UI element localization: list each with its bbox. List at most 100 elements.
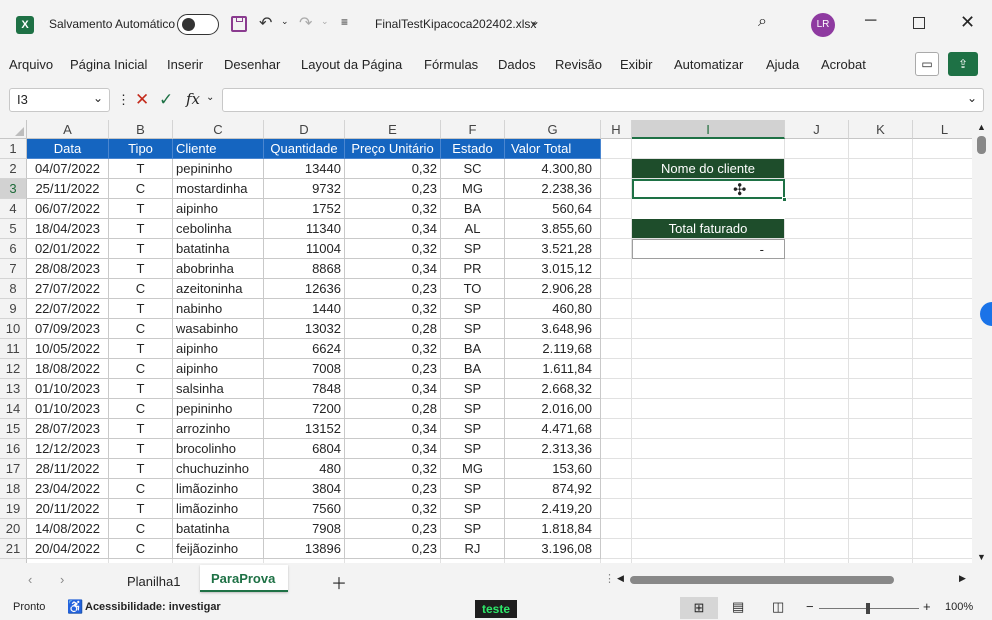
table-cell[interactable]: 0,23	[345, 359, 441, 379]
sheet-tab-paraprova[interactable]: ParaProva	[200, 565, 288, 592]
menu-dados[interactable]: Dados	[498, 57, 536, 72]
empty-cell[interactable]	[632, 259, 785, 279]
table-cell[interactable]: T	[109, 219, 173, 239]
zoom-out-icon[interactable]: −	[806, 599, 814, 614]
table-cell[interactable]: T	[109, 239, 173, 259]
table-cell[interactable]: PR	[441, 259, 505, 279]
close-icon[interactable]: ✕	[960, 12, 975, 33]
table-cell[interactable]: 0,28	[345, 319, 441, 339]
empty-cell[interactable]	[601, 459, 632, 479]
table-cell[interactable]: T	[109, 159, 173, 179]
table-cell[interactable]: 20/04/2022	[27, 539, 109, 559]
table-cell[interactable]: 2.668,32	[505, 379, 601, 399]
table-cell[interactable]: C	[109, 179, 173, 199]
table-cell[interactable]: 0,23	[345, 539, 441, 559]
table-cell[interactable]: 18/08/2022	[27, 359, 109, 379]
zoom-in-icon[interactable]: +	[923, 599, 931, 614]
table-cell[interactable]: 06/07/2022	[27, 199, 109, 219]
empty-cell[interactable]	[913, 399, 972, 419]
table-cell[interactable]: mostardinha	[173, 179, 264, 199]
column-header-c[interactable]: C	[173, 120, 264, 139]
row-header[interactable]: 21	[0, 539, 27, 559]
horizontal-scroll-thumb[interactable]	[630, 576, 894, 584]
menu-desenhar[interactable]: Desenhar	[224, 57, 280, 72]
empty-cell[interactable]	[785, 319, 849, 339]
table-cell[interactable]: T	[109, 499, 173, 519]
empty-cell[interactable]	[913, 539, 972, 559]
empty-cell[interactable]	[785, 179, 849, 199]
empty-cell[interactable]	[785, 339, 849, 359]
empty-cell[interactable]	[601, 239, 632, 259]
enter-icon[interactable]: ✓	[159, 90, 173, 110]
table-cell[interactable]: nabinho	[173, 299, 264, 319]
table-cell[interactable]: 153,60	[505, 459, 601, 479]
table-cell[interactable]: MG	[441, 179, 505, 199]
table-cell[interactable]: 7200	[264, 399, 345, 419]
empty-cell[interactable]	[785, 359, 849, 379]
empty-cell[interactable]	[785, 539, 849, 559]
menu-ajuda[interactable]: Ajuda	[766, 57, 799, 72]
empty-cell[interactable]	[913, 139, 972, 159]
table-cell[interactable]: 27/07/2022	[27, 279, 109, 299]
empty-cell[interactable]	[849, 279, 913, 299]
empty-cell[interactable]	[849, 419, 913, 439]
empty-cell[interactable]	[849, 439, 913, 459]
empty-cell[interactable]	[601, 259, 632, 279]
accessibility-status[interactable]: Acessibilidade: investigar	[85, 601, 221, 613]
table-cell[interactable]: 1.611,84	[505, 359, 601, 379]
redo-dropdown-icon[interactable]: ⌄	[321, 16, 329, 27]
empty-cell[interactable]	[632, 339, 785, 359]
column-header-e[interactable]: E	[345, 120, 441, 139]
empty-cell[interactable]	[785, 159, 849, 179]
table-cell[interactable]: 0,23	[345, 519, 441, 539]
table-cell[interactable]: brocolinho	[173, 439, 264, 459]
table-cell[interactable]: 25/11/2022	[27, 179, 109, 199]
column-header-d[interactable]: D	[264, 120, 345, 139]
table-cell[interactable]: 10/05/2022	[27, 339, 109, 359]
empty-cell[interactable]	[913, 219, 972, 239]
table-cell[interactable]: SC	[441, 159, 505, 179]
table-cell[interactable]: 0,34	[345, 259, 441, 279]
menu-automatizar[interactable]: Automatizar	[674, 57, 743, 72]
row-header[interactable]: 20	[0, 519, 27, 539]
empty-cell[interactable]	[632, 139, 785, 159]
table-cell[interactable]: 560,64	[505, 199, 601, 219]
table-cell[interactable]: 0,32	[345, 159, 441, 179]
column-header-f[interactable]: F	[441, 120, 505, 139]
table-cell[interactable]: SP	[441, 479, 505, 499]
table-cell[interactable]: 8868	[264, 259, 345, 279]
table-cell[interactable]: 3.855,60	[505, 219, 601, 239]
empty-cell[interactable]	[632, 559, 785, 563]
name-box[interactable]: I3 ⌄	[9, 88, 110, 112]
insert-function-icon[interactable]: fx	[186, 90, 200, 108]
table-cell[interactable]: C	[109, 319, 173, 339]
redo-icon[interactable]: ↷	[299, 13, 312, 33]
empty-cell[interactable]	[632, 299, 785, 319]
name-box-dropdown-icon[interactable]: ⌄	[93, 91, 103, 105]
table-cell[interactable]: limãozinho	[173, 499, 264, 519]
table-cell[interactable]: 13032	[264, 319, 345, 339]
tabs-splitter-icon[interactable]: ⋮	[604, 572, 615, 585]
empty-cell[interactable]	[849, 239, 913, 259]
column-header-i[interactable]: I	[632, 120, 785, 139]
menu-formulas[interactable]: Fórmulas	[424, 57, 478, 72]
table-cell[interactable]: 6624	[264, 339, 345, 359]
empty-cell[interactable]	[441, 559, 505, 563]
empty-cell[interactable]	[173, 559, 264, 563]
table-cell[interactable]: 07/09/2023	[27, 319, 109, 339]
empty-cell[interactable]	[601, 559, 632, 563]
empty-cell[interactable]	[601, 539, 632, 559]
filename-dropdown-icon[interactable]: ⌄	[530, 14, 540, 28]
empty-cell[interactable]	[632, 539, 785, 559]
table-cell[interactable]: 480	[264, 459, 345, 479]
row-header[interactable]: 19	[0, 499, 27, 519]
table-cell[interactable]: 3.196,08	[505, 539, 601, 559]
empty-cell[interactable]	[632, 359, 785, 379]
table-cell[interactable]: 0,32	[345, 459, 441, 479]
row-header[interactable]: 12	[0, 359, 27, 379]
row-header[interactable]: 22	[0, 559, 27, 563]
row-header[interactable]: 8	[0, 279, 27, 299]
column-header-a[interactable]: A	[27, 120, 109, 139]
table-cell[interactable]: 3.015,12	[505, 259, 601, 279]
empty-cell[interactable]	[913, 499, 972, 519]
